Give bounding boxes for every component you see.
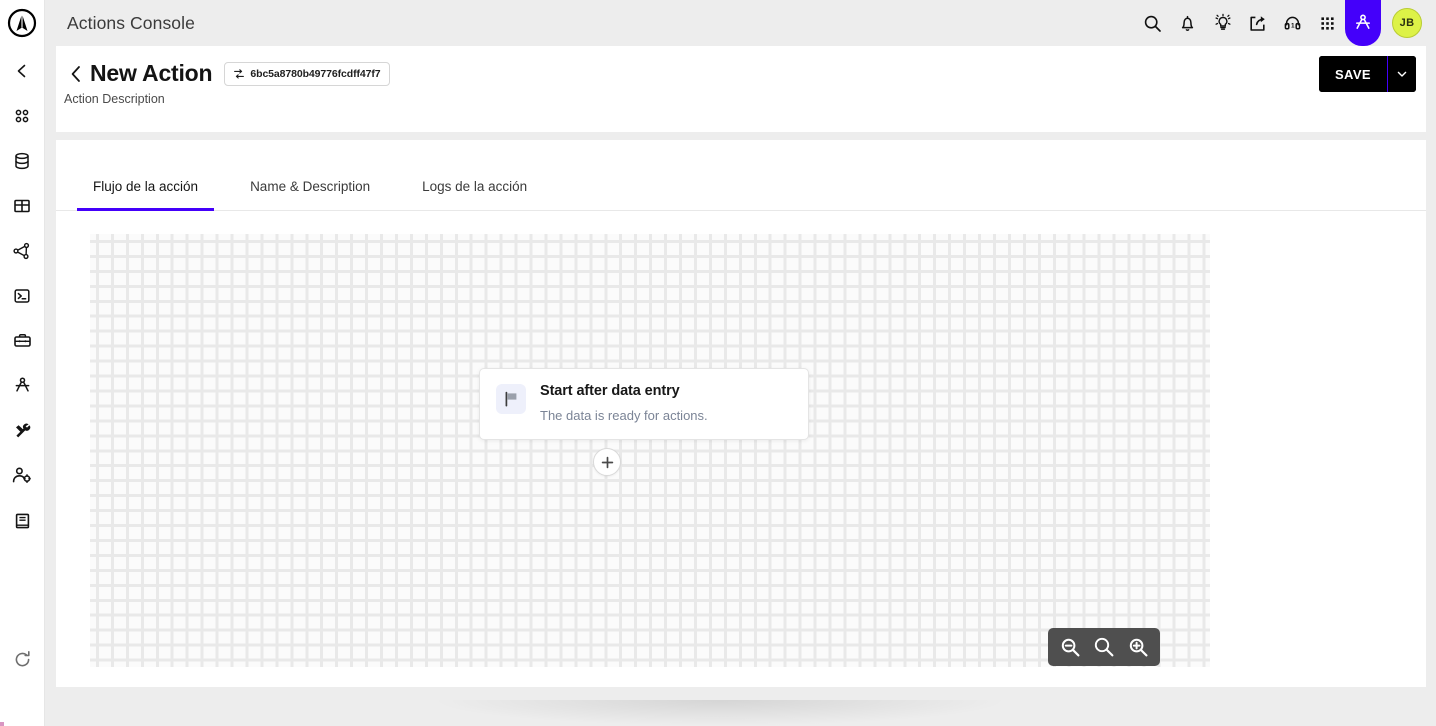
page-title: New Action (90, 60, 213, 86)
app-logo[interactable] (0, 0, 44, 46)
transfer-copy-icon (234, 68, 245, 79)
toolbox-icon (13, 333, 31, 347)
sidebar-item-toolbox[interactable] (0, 318, 44, 363)
dots-grid-icon (15, 109, 29, 122)
tab-flujo-de-la-accion[interactable]: Flujo de la acción (77, 179, 215, 211)
book-icon (15, 513, 29, 528)
start-node-title: Start after data entry (540, 383, 680, 399)
tab-name-and-description[interactable]: Name & Description (234, 179, 386, 210)
sidebar-item-console[interactable] (0, 273, 44, 318)
sidebar-item-tables[interactable] (0, 183, 44, 228)
notifications-button[interactable] (1170, 0, 1205, 46)
sidebar-item-users[interactable] (0, 453, 44, 498)
share-export-icon (1250, 15, 1265, 31)
zoom-out-button[interactable] (1054, 630, 1086, 664)
database-icon (15, 152, 29, 169)
apps-grid-icon (1321, 16, 1334, 30)
sidebar-item-actions[interactable] (0, 363, 44, 408)
zoom-out-icon (1061, 638, 1079, 656)
action-description: Action Description (64, 92, 165, 106)
tab-bar: Flujo de la acción Name & Description Lo… (56, 140, 1426, 211)
flag-icon (505, 391, 517, 407)
ideas-button[interactable] (1205, 0, 1240, 46)
sidebar-item-dashboard[interactable] (0, 93, 44, 138)
back-button[interactable] (64, 61, 88, 87)
header-row: New Action 6bc5a8780b49776fcdff47f7 (56, 46, 1426, 87)
start-node-subtitle: The data is ready for actions. (540, 408, 708, 423)
add-step-button[interactable] (593, 448, 621, 476)
chevron-left-icon (71, 65, 80, 82)
avatar[interactable]: JB (1392, 8, 1422, 38)
zoom-toolbar (1048, 628, 1160, 666)
plus-icon (601, 456, 613, 468)
zoom-reset-icon (1094, 637, 1114, 657)
save-button[interactable]: SAVE (1318, 56, 1387, 92)
ideas-lightbulb-icon (1214, 13, 1231, 30)
sidebar-item-collapse[interactable] (0, 48, 44, 93)
page-edge-marker (0, 722, 4, 726)
graph-nodes-icon (13, 242, 30, 259)
apps-button[interactable] (1310, 0, 1345, 46)
sidebar-item-flows[interactable] (0, 228, 44, 273)
table-icon (14, 199, 30, 212)
search-button[interactable] (1135, 0, 1170, 46)
main-panel: Flujo de la acción Name & Description Lo… (56, 140, 1426, 687)
save-options-button[interactable] (1388, 56, 1416, 92)
refresh-icon (15, 651, 30, 667)
action-id-text: 6bc5a8780b49776fcdff47f7 (250, 67, 381, 80)
action-id-badge[interactable]: 6bc5a8780b49776fcdff47f7 (224, 61, 390, 86)
page-header: New Action 6bc5a8780b49776fcdff47f7 Acti… (56, 46, 1426, 132)
actions-console-button[interactable] (1345, 0, 1381, 46)
flow-node-start[interactable]: Start after data entry The data is ready… (479, 368, 809, 440)
flow-canvas[interactable]: Start after data entry The data is ready… (90, 234, 1210, 667)
save-button-group: SAVE (1318, 56, 1416, 92)
sidebar-item-settings[interactable] (0, 408, 44, 453)
zoom-reset-button[interactable] (1088, 630, 1120, 664)
top-bar-actions: 1 JB (1135, 0, 1436, 46)
zoom-in-button[interactable] (1122, 630, 1154, 664)
zoom-in-icon (1129, 638, 1147, 656)
terminal-icon (14, 288, 30, 303)
sidebar-item-data[interactable] (0, 138, 44, 183)
notifications-bell-icon (1181, 15, 1194, 31)
sidebar-item-docs[interactable] (0, 498, 44, 543)
bottom-shadow (430, 700, 1010, 726)
sidebar-item-refresh[interactable] (0, 637, 44, 682)
tab-logs-de-la-accion[interactable]: Logs de la acción (406, 179, 543, 210)
compass-divider-icon (1356, 14, 1370, 29)
left-sidebar (0, 0, 45, 726)
share-button[interactable] (1240, 0, 1275, 46)
circle-a-logo-icon (7, 8, 37, 38)
svg-text:1: 1 (1291, 22, 1295, 29)
chevron-down-icon (1397, 71, 1407, 77)
collapse-chevron-icon (17, 64, 26, 77)
compass-divider-icon (15, 377, 29, 392)
start-node-icon-wrap (496, 384, 526, 414)
support-headset-icon: 1 (1284, 16, 1301, 30)
top-bar: Actions Console 1 JB (44, 0, 1436, 46)
tools-wrench-screwdriver-icon (15, 423, 30, 438)
user-settings-icon (12, 467, 31, 484)
search-icon (1144, 15, 1161, 32)
start-node-text: Start after data entry The data is ready… (540, 383, 708, 423)
app-title: Actions Console (67, 12, 195, 33)
support-button[interactable]: 1 (1275, 0, 1310, 46)
